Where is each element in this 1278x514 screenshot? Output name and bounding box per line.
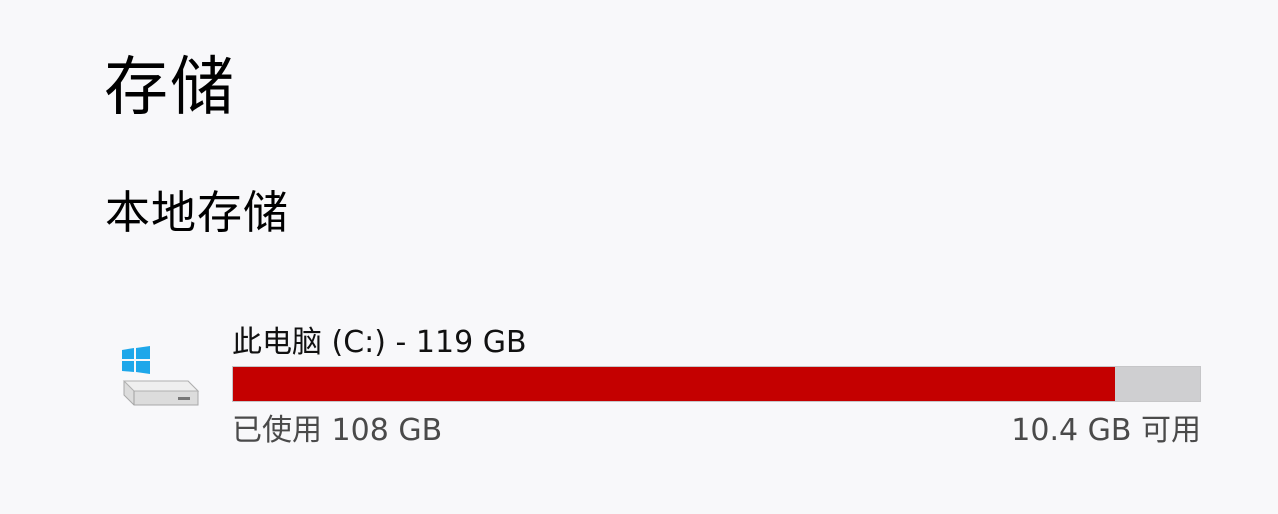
storage-used-fill — [233, 367, 1116, 401]
drive-c-entry[interactable]: 此电脑 (C:) - 119 GB 已使用 108 GB 10.4 GB 可用 — [0, 315, 1278, 465]
storage-usage-bar — [232, 366, 1201, 402]
page-title: 存储 — [104, 51, 236, 125]
free-space-label: 10.4 GB 可用 — [1011, 413, 1201, 448]
section-title-local-storage: 本地存储 — [105, 186, 290, 239]
used-space-label: 已使用 108 GB — [232, 413, 443, 448]
drive-name-label: 此电脑 (C:) - 119 GB — [232, 325, 527, 360]
windows-drive-icon — [114, 343, 200, 413]
